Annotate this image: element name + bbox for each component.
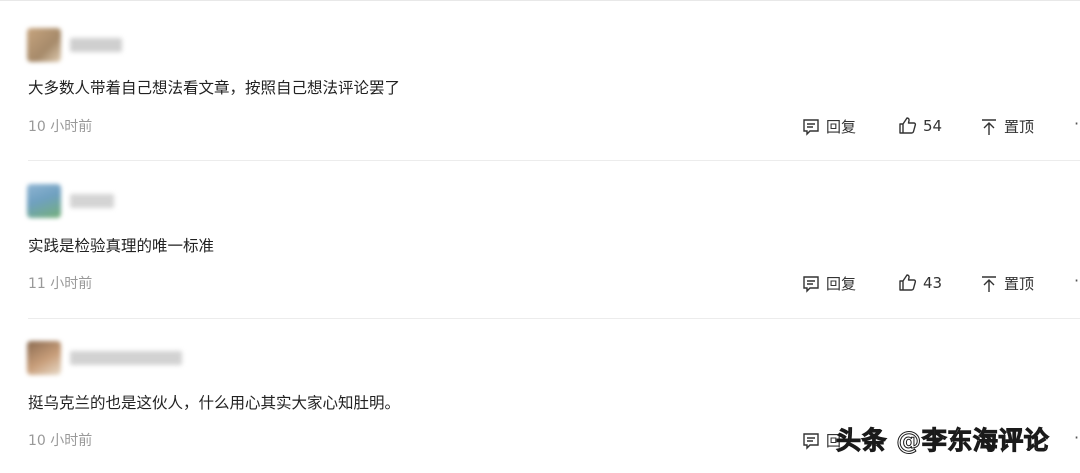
more-options-icon[interactable]: · — [1074, 428, 1079, 447]
avatar[interactable] — [27, 341, 61, 375]
comment-item: 挺乌克兰的也是这伙人，什么用心其实大家心知肚明。 10 小时前 回 · — [0, 0, 1080, 473]
comment-time: 10 小时前 — [28, 433, 93, 449]
watermark: 头条 @李东海评论 — [835, 426, 1050, 456]
comment-box-icon — [803, 432, 819, 450]
username-blurred[interactable] — [70, 351, 182, 365]
comment-text: 挺乌克兰的也是这伙人，什么用心其实大家心知肚明。 — [28, 394, 401, 412]
